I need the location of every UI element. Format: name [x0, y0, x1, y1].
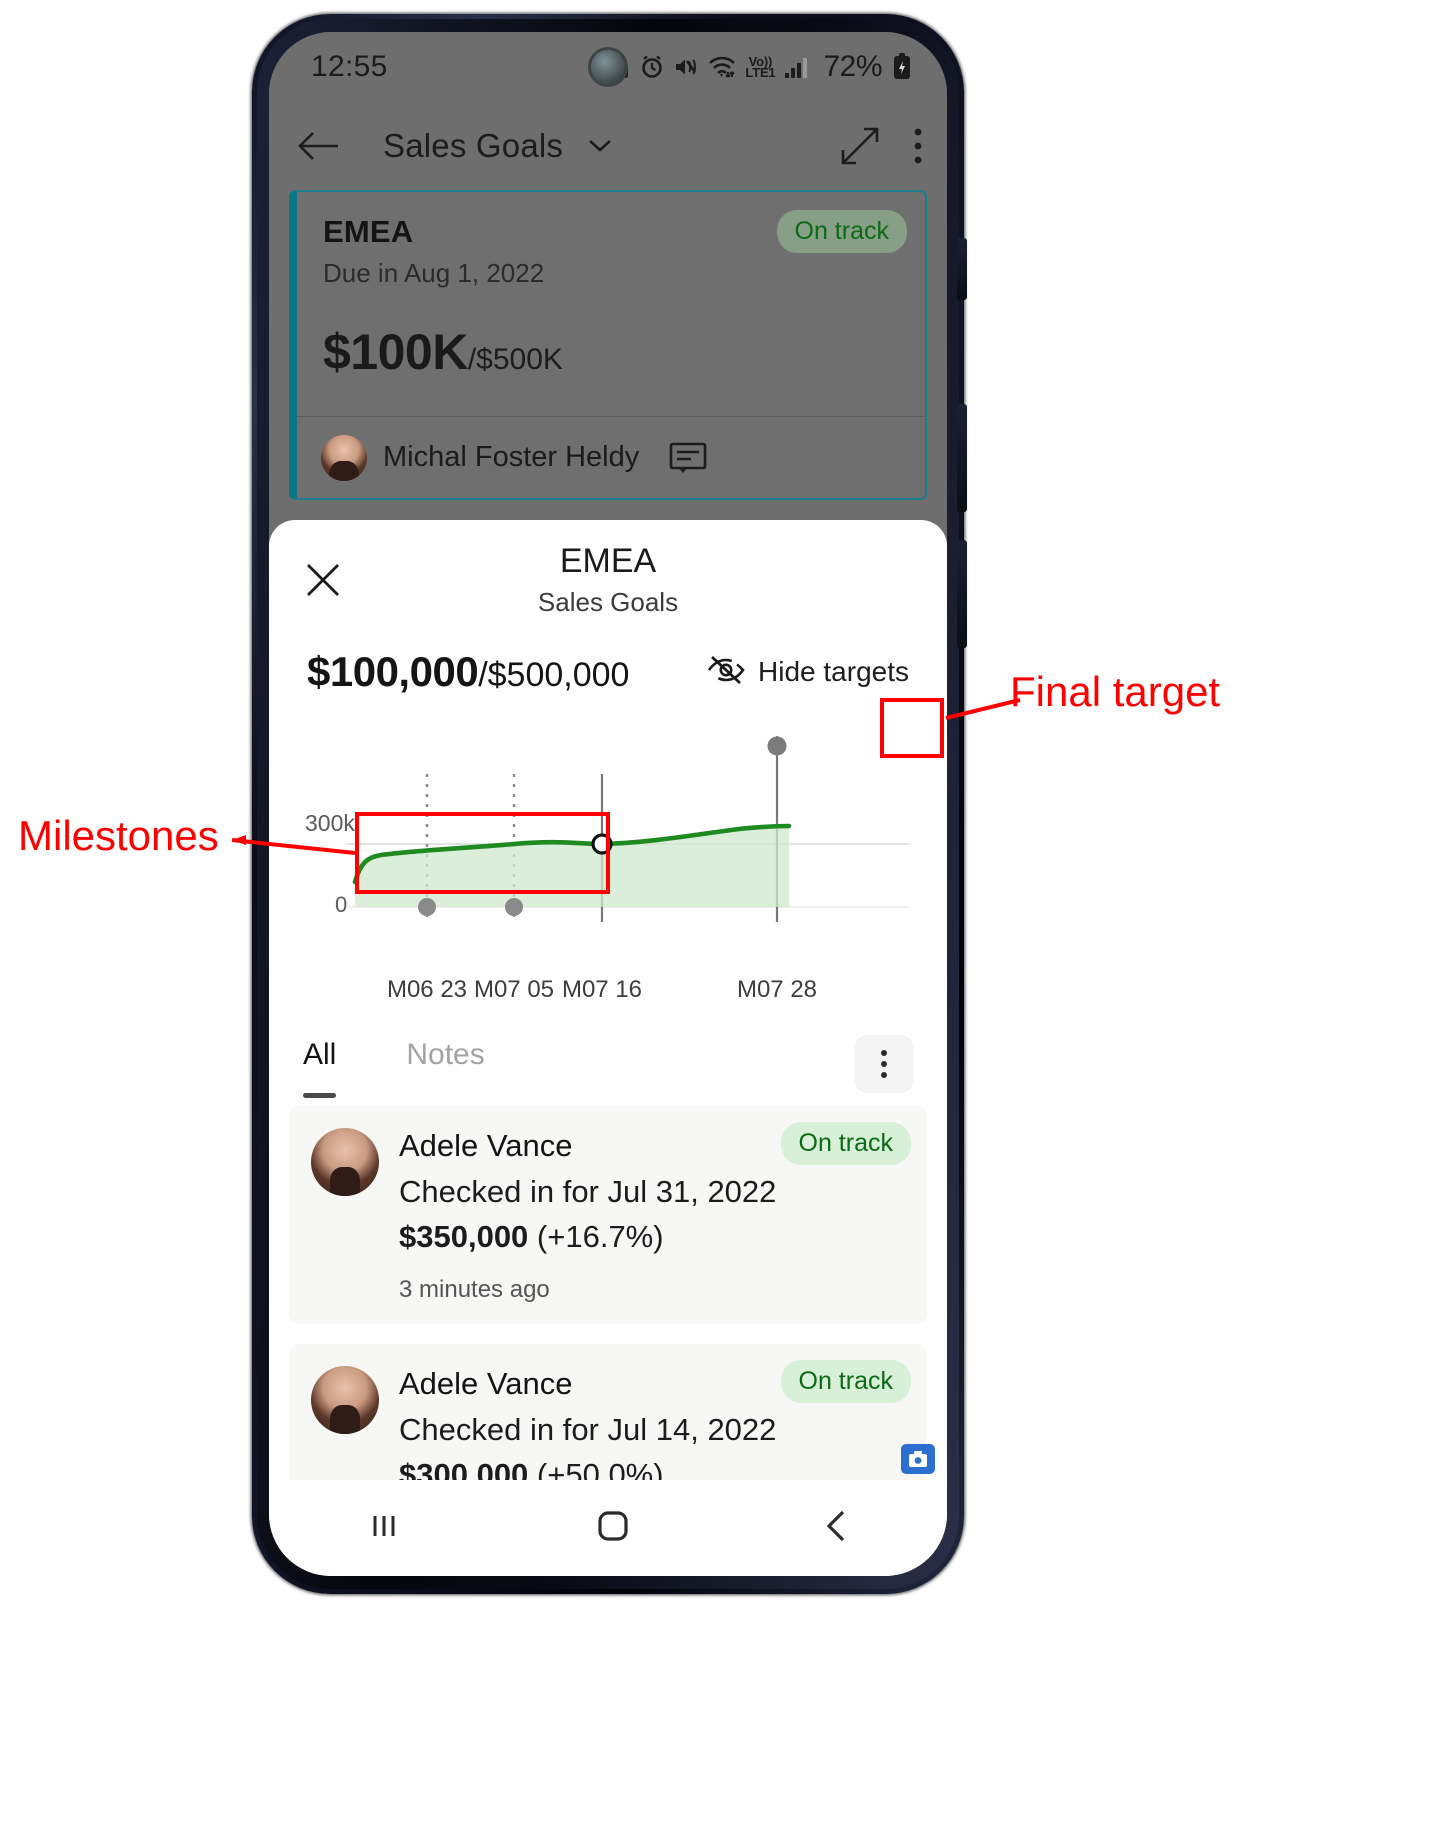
home-icon[interactable]	[596, 1509, 630, 1548]
status-bar: 12:55 Vo)) LTE1 72%	[269, 32, 947, 102]
table-row[interactable]: Adele Vance Checked in for Jul 31, 2022 …	[289, 1106, 927, 1324]
front-camera-punchhole	[591, 50, 625, 84]
x-tick-0: M06 23	[386, 976, 468, 1003]
goal-card-footer: Michal Foster Heldy	[297, 416, 925, 498]
battery-percent-label: 72%	[823, 50, 882, 83]
x-tick-3: M07 28	[736, 976, 818, 1003]
activity-amount: $350,000	[399, 1218, 529, 1254]
hide-targets-label: Hide targets	[758, 656, 909, 687]
wifi-icon	[708, 54, 736, 80]
sheet-amount-current: $100,000	[307, 648, 479, 695]
phone-screen: 12:55 Vo)) LTE1 72% Sales Goals On track…	[269, 32, 947, 1576]
y-axis-label-300k: 300k	[305, 810, 355, 836]
status-badge: On track	[780, 1359, 911, 1403]
back-arrow-icon[interactable]	[295, 129, 341, 163]
avatar	[321, 434, 367, 481]
screenshot-root: 12:55 Vo)) LTE1 72% Sales Goals On track…	[0, 0, 1456, 1835]
activity-more-button[interactable]	[855, 1035, 913, 1093]
activity-text-prefix: Checked in for Jul 14, 2022	[399, 1411, 777, 1447]
goal-card-target-value: /$500K	[467, 343, 563, 376]
battery-charging-icon	[891, 53, 913, 81]
sheet-title: EMEA	[559, 542, 657, 580]
annotation-box-final-target	[880, 698, 944, 758]
status-bar-clock: 12:55	[311, 50, 388, 83]
comment-icon[interactable]	[669, 442, 707, 474]
goal-list-background: On track EMEA Due in Aug 1, 2022 $100K/$…	[269, 190, 947, 520]
avatar	[311, 1365, 379, 1434]
alarm-icon	[640, 54, 664, 80]
mute-icon	[673, 54, 699, 80]
android-nav-bar	[269, 1480, 947, 1576]
final-target-dot	[767, 736, 787, 756]
volte-icon: Vo)) LTE1	[745, 55, 776, 80]
activity-text: Checked in for Jul 31, 2022 $350,000 (+1…	[399, 1170, 905, 1260]
eye-off-icon	[706, 655, 746, 690]
phone-button-power[interactable]	[957, 238, 967, 300]
activity-tabs: All Notes	[269, 1028, 947, 1100]
x-tick-1: M07 05	[473, 976, 555, 1003]
sheet-amount-row: $100,000/$500,000 Hide targets	[269, 636, 947, 696]
expand-diagonal-icon[interactable]	[839, 125, 881, 167]
phone-button-volume-down[interactable]	[957, 540, 967, 648]
screenshot-toolbar-chip[interactable]	[901, 1444, 935, 1474]
goal-card-amount: $100K/$500K	[323, 323, 899, 381]
annotation-label-milestones: Milestones	[18, 812, 219, 859]
hide-targets-button[interactable]: Hide targets	[706, 655, 909, 690]
kebab-menu-icon[interactable]	[913, 127, 923, 165]
annotation-box-milestones	[355, 812, 610, 894]
recents-icon[interactable]	[366, 1511, 402, 1546]
nav-back-icon[interactable]	[824, 1509, 850, 1548]
status-badge: On track	[776, 210, 907, 253]
x-tick-2: M07 16	[561, 976, 643, 1003]
signal-icon	[784, 54, 810, 80]
app-header: Sales Goals	[269, 102, 947, 190]
activity-text-prefix: Checked in for Jul 31, 2022	[399, 1174, 777, 1209]
phone-button-volume-up[interactable]	[957, 404, 967, 512]
goal-card-current-value: $100K	[323, 324, 468, 380]
chevron-down-icon[interactable]	[587, 137, 613, 155]
sheet-amount-target: /$500,000	[478, 656, 630, 694]
status-badge: On track	[780, 1122, 911, 1165]
avatar	[311, 1128, 379, 1196]
activity-delta: (+16.7%)	[528, 1218, 664, 1254]
goal-card-due-date: Due in Aug 1, 2022	[323, 258, 545, 288]
detail-bottom-sheet: EMEA Sales Goals $100,000/$500,000 Hide …	[269, 520, 947, 1576]
activity-timestamp: 3 minutes ago	[399, 1275, 550, 1303]
sheet-amount: $100,000/$500,000	[307, 648, 629, 696]
volte-network-label: LTE1	[745, 65, 776, 80]
sheet-header: EMEA Sales Goals	[269, 520, 947, 636]
status-bar-icons: Vo)) LTE1 72%	[609, 50, 913, 84]
tab-all[interactable]: All	[303, 1038, 337, 1098]
sheet-subtitle: Sales Goals	[537, 587, 679, 617]
tab-notes[interactable]: Notes	[406, 1038, 484, 1090]
y-axis-label-0: 0	[335, 892, 348, 917]
milestone-dot-2	[505, 898, 523, 916]
goal-card-owner: Michal Foster Heldy	[383, 441, 640, 473]
annotation-label-final-target: Final target	[1010, 668, 1221, 715]
app-title: Sales Goals	[383, 127, 564, 164]
milestone-dot-1	[418, 898, 436, 916]
close-icon[interactable]	[303, 560, 343, 605]
goal-card-emea[interactable]: On track EMEA Due in Aug 1, 2022 $100K/$…	[289, 190, 927, 500]
